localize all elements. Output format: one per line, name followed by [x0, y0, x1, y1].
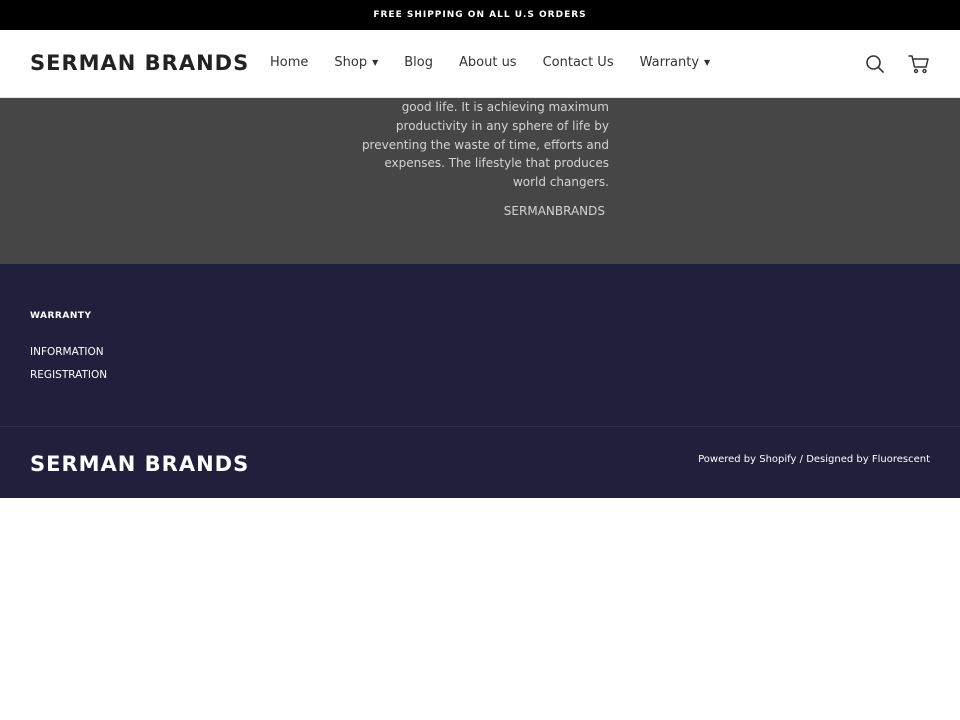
cart-icon[interactable]: [908, 53, 930, 75]
footer-divider: [0, 426, 960, 427]
footer-logo[interactable]: SERMAN BRANDS: [30, 452, 249, 476]
powered-by-shopify-link[interactable]: Powered by Shopify: [698, 454, 796, 465]
announcement-text: FREE SHIPPING ON ALL U.S ORDERS: [373, 10, 587, 20]
quote-text: good life. It is achieving maximum produ…: [361, 100, 609, 190]
nav-item-contact[interactable]: Contact Us: [543, 55, 614, 70]
nav-item-about[interactable]: About us: [459, 55, 517, 70]
search-icon[interactable]: [864, 53, 886, 75]
nav-label: Home: [270, 55, 309, 70]
footer-link-registration[interactable]: REGISTRATION: [30, 369, 107, 381]
nav-item-warranty[interactable]: Warranty ▼: [640, 55, 711, 70]
nav-label: Shop: [334, 55, 368, 70]
nav-item-home[interactable]: Home: [270, 55, 308, 70]
nav-label: About us: [459, 55, 517, 70]
credits-separator: /: [796, 454, 807, 465]
quote-author: SERMANBRANDS: [503, 204, 605, 218]
footer-credits: Powered by Shopify / Designed by Fluores…: [698, 454, 930, 465]
main-nav: Home Shop ▼ Blog About us Contact Us War…: [270, 55, 736, 70]
nav-label: Warranty: [639, 55, 700, 70]
caret-down-icon: ▼: [372, 58, 379, 67]
nav-item-shop[interactable]: Shop ▼: [334, 55, 378, 70]
nav-item-blog[interactable]: Blog: [404, 55, 433, 70]
footer-link-information[interactable]: INFORMATION: [30, 346, 104, 358]
nav-label: Blog: [404, 55, 433, 70]
footer-heading-warranty: WARRANTY: [30, 311, 92, 321]
announcement-bar: FREE SHIPPING ON ALL U.S ORDERS: [0, 0, 960, 30]
site-header: SERMAN BRANDS Home Shop ▼ Blog About us …: [0, 30, 960, 98]
quote-section: good life. It is achieving maximum produ…: [0, 98, 960, 264]
designed-by-link[interactable]: Designed by Fluorescent: [806, 454, 930, 465]
nav-label: Contact Us: [542, 55, 614, 70]
site-logo[interactable]: SERMAN BRANDS: [30, 51, 249, 75]
caret-down-icon: ▼: [704, 58, 711, 67]
site-footer: WARRANTY INFORMATION REGISTRATION SERMAN…: [0, 264, 960, 498]
